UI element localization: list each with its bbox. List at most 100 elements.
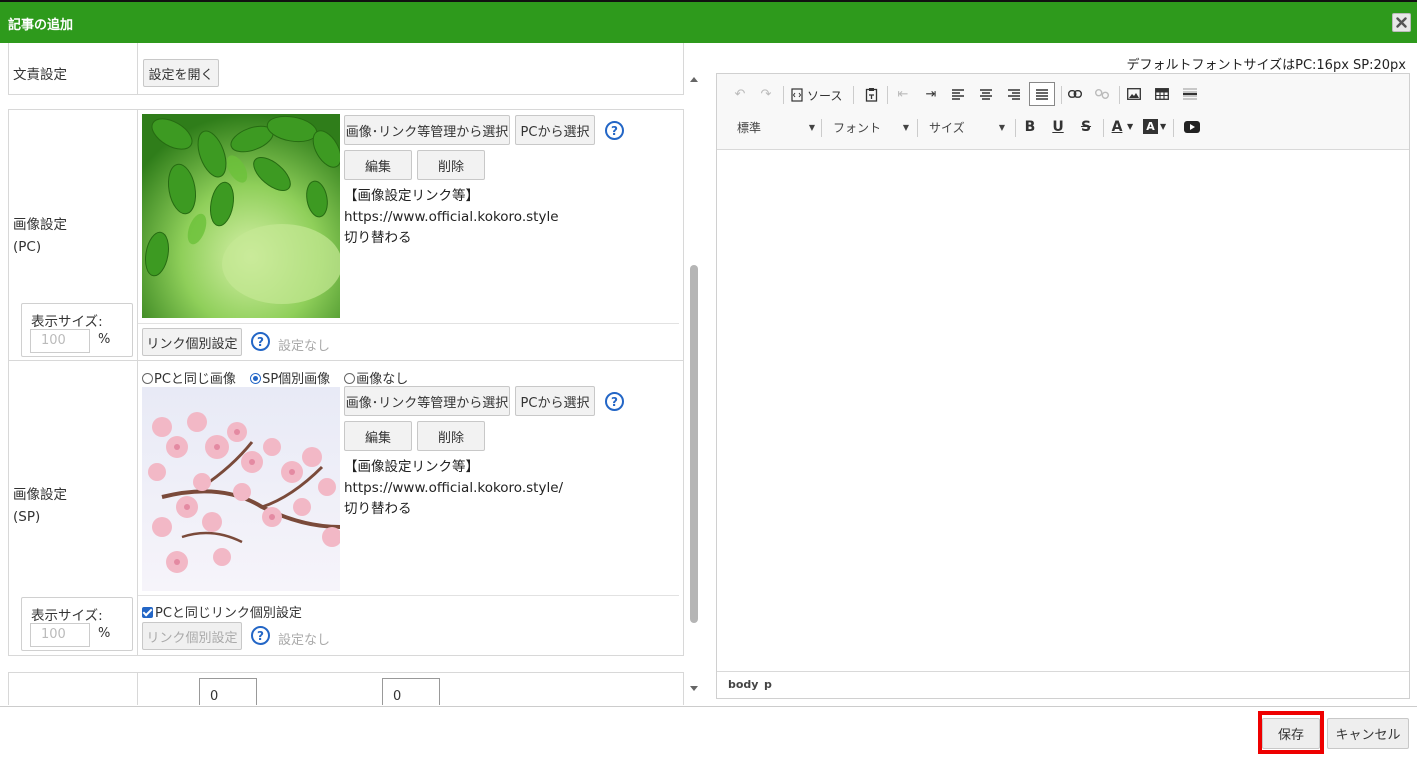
table-icon[interactable]	[1151, 83, 1173, 105]
pc-image-label-sub: (PC)	[13, 239, 42, 255]
pc-size-box: 表示サイズ: 100 %	[21, 303, 133, 357]
rich-text-editor: ↶ ↷ ソース ⇤ ⇥ 標準 ▼ フォント ▼ サイズ ▼ B U S A ▼ …	[716, 73, 1410, 699]
sp-link-info: 【画像設定リンク等】 https://www.official.kokoro.s…	[344, 457, 563, 520]
sp-image-label-sub: (SP)	[13, 509, 41, 525]
align-left-icon[interactable]	[947, 83, 969, 105]
sp-link-info-title: 【画像設定リンク等】	[344, 459, 479, 475]
sp-link-help-icon[interactable]: ?	[251, 626, 270, 645]
sp-link-info-note: 切り替わる	[344, 501, 412, 517]
form-scrollbar[interactable]	[687, 72, 701, 700]
cancel-button[interactable]: キャンセル	[1327, 718, 1409, 749]
sp-size-label: 表示サイズ:	[31, 608, 103, 624]
font-combo[interactable]: フォント ▼	[833, 116, 909, 138]
size-combo[interactable]: サイズ ▼	[929, 116, 1005, 138]
sp-link-status: 設定なし	[278, 633, 331, 648]
dialog-title-bar: 記事の追加	[0, 0, 1417, 43]
close-button[interactable]	[1392, 13, 1411, 32]
scroll-down-arrow-icon[interactable]	[689, 685, 699, 693]
scroll-thumb[interactable]	[690, 265, 698, 623]
pc-link-info-title: 【画像設定リンク等】	[344, 188, 479, 204]
pc-select-from-manager-button[interactable]: 画像･リンク等管理から選択	[344, 115, 510, 145]
outdent-icon[interactable]: ⇤	[892, 83, 914, 105]
radio-sp-individual[interactable]: SP個別画像	[250, 372, 330, 387]
responsibility-row: 文責設定 設定を開く	[8, 43, 684, 95]
pc-link-info-url: https://www.official.kokoro.style	[344, 209, 559, 225]
unlink-icon[interactable]	[1091, 83, 1113, 105]
cherry-blossom-image	[142, 387, 340, 591]
align-center-icon[interactable]	[975, 83, 997, 105]
strikethrough-button[interactable]: S	[1075, 116, 1097, 138]
sp-help-icon[interactable]: ?	[605, 392, 624, 411]
paste-text-icon[interactable]	[860, 83, 882, 105]
sp-same-link-checkbox[interactable]: PCと同じリンク個別設定	[142, 602, 302, 621]
status-path-body[interactable]: body	[728, 678, 758, 691]
radio-no-image[interactable]: 画像なし	[344, 372, 408, 387]
status-path-p[interactable]: p	[764, 678, 772, 691]
open-settings-button[interactable]: 設定を開く	[143, 59, 219, 87]
pc-link-help-icon[interactable]: ?	[251, 332, 270, 351]
undo-icon[interactable]: ↶	[729, 83, 751, 105]
indent-icon[interactable]: ⇥	[920, 83, 942, 105]
pc-image-row: 画像設定 (PC) 表示サイズ: 100 % 画像･リンク等管理から選択 PCか…	[8, 109, 684, 361]
dropdown-arrow-icon: ▼	[808, 122, 815, 132]
background-color-button[interactable]: A	[1143, 119, 1158, 134]
pc-size-label: 表示サイズ:	[31, 314, 103, 330]
pc-size-unit: %	[98, 332, 111, 347]
form-pane: 文責設定 設定を開く 画像設定 (PC) 表示サイズ: 100 % 画像･リンク…	[0, 43, 704, 705]
scroll-up-arrow-icon[interactable]	[689, 75, 699, 83]
pc-link-settings-button[interactable]: リンク個別設定	[142, 328, 242, 356]
source-button[interactable]: ソース	[791, 84, 842, 106]
align-right-icon[interactable]	[1003, 83, 1025, 105]
sp-size-unit: %	[98, 626, 111, 641]
sp-image-preview	[142, 387, 340, 591]
sp-size-box: 表示サイズ: 100 %	[21, 597, 133, 651]
sp-select-from-pc-button[interactable]: PCから選択	[515, 386, 595, 416]
default-font-size-note: デフォルトフォントサイズはPC:16px SP:20px	[1126, 58, 1407, 73]
divider	[138, 595, 679, 596]
editor-content-area[interactable]	[717, 151, 1409, 671]
pc-select-from-pc-button[interactable]: PCから選択	[515, 115, 595, 145]
position-input-1[interactable]: 0	[199, 678, 257, 705]
editor-toolbar: ↶ ↷ ソース ⇤ ⇥ 標準 ▼ フォント ▼ サイズ ▼ B U S A ▼ …	[717, 74, 1409, 150]
sp-edit-button[interactable]: 編集	[344, 421, 412, 451]
responsibility-label: 文責設定	[13, 67, 67, 83]
divider	[138, 323, 679, 324]
pc-help-icon[interactable]: ?	[605, 121, 624, 140]
position-row: 0 0	[8, 672, 684, 705]
position-input-2[interactable]: 0	[382, 678, 440, 705]
youtube-icon[interactable]	[1181, 116, 1203, 138]
source-icon	[791, 88, 803, 102]
sp-delete-button[interactable]: 削除	[417, 421, 485, 451]
pc-image-label: 画像設定	[13, 217, 67, 233]
footer-divider	[0, 706, 1417, 707]
sp-image-mode-radios: PCと同じ画像 SP個別画像 画像なし	[142, 368, 408, 387]
link-icon[interactable]	[1064, 83, 1086, 105]
pc-delete-button[interactable]: 削除	[417, 150, 485, 180]
bg-color-arrow-icon[interactable]: ▼	[1160, 122, 1166, 131]
pc-edit-button[interactable]: 編集	[344, 150, 412, 180]
format-combo[interactable]: 標準 ▼	[737, 116, 815, 138]
pc-size-input[interactable]: 100	[30, 329, 90, 353]
sp-link-settings-button[interactable]: リンク個別設定	[142, 622, 242, 650]
sp-image-row: 画像設定 (SP) 表示サイズ: 100 % PCと同じ画像 SP個別画像 画像…	[8, 361, 684, 656]
dialog-title: 記事の追加	[8, 18, 74, 33]
align-justify-icon[interactable]	[1029, 82, 1055, 106]
horizontal-rule-icon[interactable]	[1179, 83, 1201, 105]
pc-link-info-note: 切り替わる	[344, 230, 412, 246]
text-color-button[interactable]: A	[1109, 116, 1125, 138]
redo-icon[interactable]: ↷	[755, 83, 777, 105]
sp-link-info-url: https://www.official.kokoro.style/	[344, 480, 564, 496]
sp-size-input[interactable]: 100	[30, 623, 90, 647]
sp-image-label: 画像設定	[13, 487, 67, 503]
pc-link-status: 設定なし	[278, 339, 331, 354]
bold-button[interactable]: B	[1019, 116, 1041, 138]
sp-select-from-manager-button[interactable]: 画像･リンク等管理から選択	[344, 386, 510, 416]
save-button-highlight	[1258, 711, 1324, 754]
radio-same-as-pc[interactable]: PCと同じ画像	[142, 372, 236, 387]
editor-status-bar: body p	[717, 671, 1409, 698]
text-color-arrow-icon[interactable]: ▼	[1127, 122, 1133, 131]
image-icon[interactable]	[1123, 83, 1145, 105]
dropdown-arrow-icon: ▼	[998, 122, 1005, 132]
pc-image-preview	[142, 114, 340, 318]
underline-button[interactable]: U	[1047, 116, 1069, 138]
